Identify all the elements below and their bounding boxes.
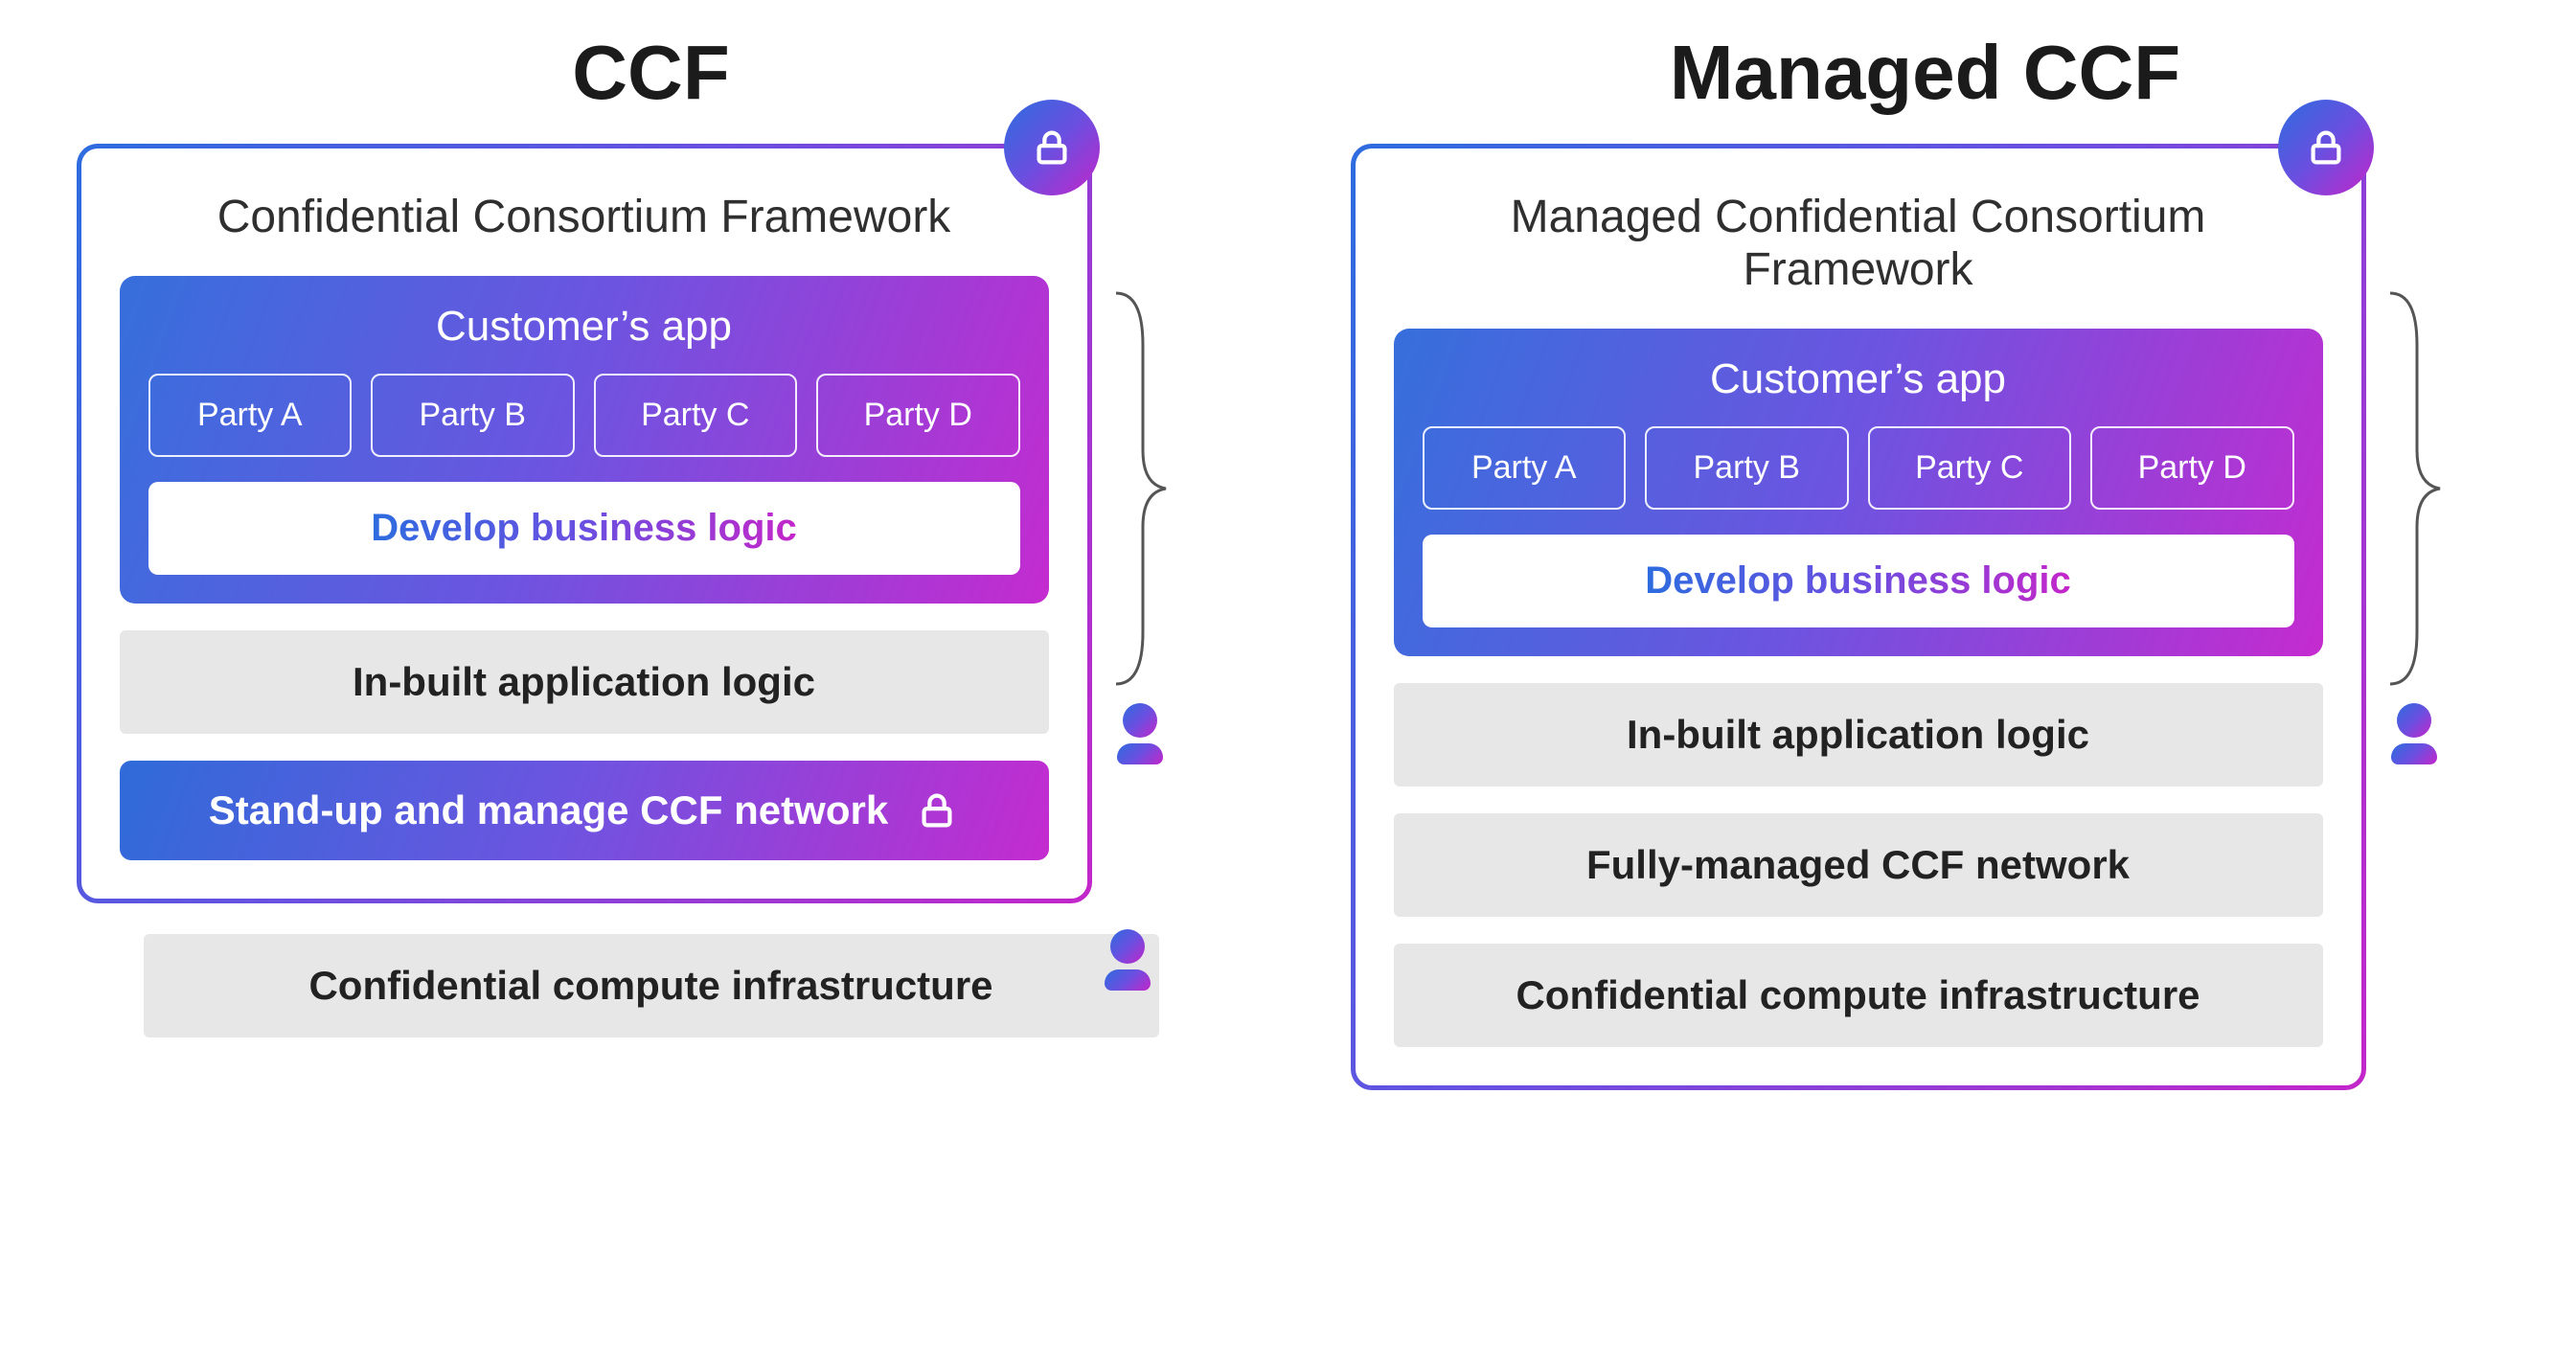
party-box: Party B	[371, 374, 575, 457]
managed-ccf-parties: Party A Party B Party C Party D	[1423, 426, 2294, 510]
ccf-app-title: Customer’s app	[148, 303, 1020, 351]
ccf-panel: Confidential Consortium Framework Custom…	[77, 144, 1092, 903]
ccf-panel-wrap: Confidential Consortium Framework Custom…	[77, 144, 1226, 903]
party-box: Party A	[148, 374, 353, 457]
ccf-inbuilt-box: In-built application logic	[120, 630, 1049, 734]
lock-icon	[2278, 100, 2374, 195]
managed-ccf-column: Managed CCF Managed Confidential Consort…	[1351, 29, 2500, 1090]
party-box: Party B	[1645, 426, 1849, 510]
managed-ccf-app-title: Customer’s app	[1423, 355, 2294, 403]
ccf-standup-box: Stand-up and manage CCF network	[120, 761, 1049, 860]
person-icon	[1119, 703, 1161, 764]
person-icon	[2393, 703, 2435, 764]
ccf-user-bracket-top	[1106, 287, 1174, 764]
managed-ccf-develop-label: Develop business logic	[1645, 559, 2071, 602]
ccf-develop-box: Develop business logic	[148, 482, 1020, 575]
managed-ccf-infra-box: Confidential compute infrastructure	[1394, 944, 2323, 1047]
managed-ccf-user-bracket	[2381, 287, 2448, 764]
managed-ccf-develop-box: Develop business logic	[1423, 535, 2294, 627]
ccf-panel-heading: Confidential Consortium Framework	[120, 191, 1049, 243]
ccf-infra-box: Confidential compute infrastructure	[144, 934, 1159, 1037]
party-box: Party A	[1423, 426, 1627, 510]
ccf-user-bracket-bottom	[1106, 929, 1149, 991]
managed-ccf-network-box: Fully-managed CCF network	[1394, 813, 2323, 917]
diagram-root: CCF Confidential Consortium Framework Cu…	[38, 29, 2538, 1090]
managed-ccf-panel: Managed Confidential Consortium Framewor…	[1351, 144, 2366, 1090]
managed-ccf-inbuilt-box: In-built application logic	[1394, 683, 2323, 786]
party-box: Party D	[2090, 426, 2294, 510]
ccf-parties: Party A Party B Party C Party D	[148, 374, 1020, 457]
ccf-app-card: Customer’s app Party A Party B Party C P…	[120, 276, 1049, 604]
party-box: Party C	[1868, 426, 2072, 510]
lock-icon	[1004, 100, 1100, 195]
managed-ccf-app-card: Customer’s app Party A Party B Party C P…	[1394, 329, 2323, 656]
party-box: Party D	[816, 374, 1020, 457]
managed-ccf-title: Managed CCF	[1670, 29, 2180, 117]
ccf-column: CCF Confidential Consortium Framework Cu…	[77, 29, 1226, 1090]
ccf-title: CCF	[572, 29, 729, 117]
managed-ccf-panel-wrap: Managed Confidential Consortium Framewor…	[1351, 144, 2500, 1090]
ccf-standup-label: Stand-up and manage CCF network	[209, 787, 888, 833]
managed-ccf-panel-heading: Managed Confidential Consortium Framewor…	[1394, 191, 2323, 296]
person-icon	[1106, 929, 1149, 991]
party-box: Party C	[594, 374, 798, 457]
bracket-icon	[2381, 287, 2448, 690]
ccf-develop-label: Develop business logic	[371, 507, 797, 549]
bracket-icon	[1106, 287, 1174, 690]
lock-icon	[915, 788, 959, 832]
